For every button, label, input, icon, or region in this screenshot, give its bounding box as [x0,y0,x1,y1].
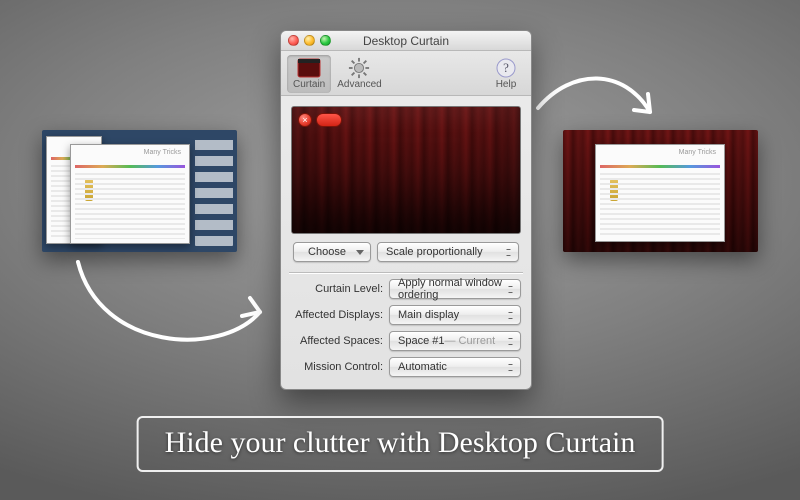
help-label: Help [496,79,517,90]
mission-control-value: Automatic [398,361,447,373]
desktop-file-icons [195,136,233,246]
brand-text: Many Tricks [679,149,716,156]
scale-mode-popup[interactable]: Scale proportionally [377,242,519,262]
curtain-icon [296,57,322,79]
prefs-window: Desktop Curtain Curtain Advanced ? Help … [280,30,532,390]
gear-icon [346,57,372,79]
affected-spaces-label: Affected Spaces: [291,335,383,347]
curtain-preview[interactable]: × [291,106,521,234]
curtain-level-popup[interactable]: Apply normal window ordering [389,279,521,299]
zoom-icon[interactable] [320,35,331,46]
separator [289,272,523,273]
affected-displays-label: Affected Displays: [291,309,383,321]
window-title: Desktop Curtain [363,34,449,48]
affected-spaces-value: Space #1 [398,335,444,347]
toolbar: Curtain Advanced ? Help [281,51,531,96]
oscar-graphic [610,179,618,201]
mission-control-popup[interactable]: Automatic [389,357,521,377]
svg-text:?: ? [503,60,509,75]
browser-mini-window: Many Tricks [595,144,725,242]
affected-spaces-suffix: — Current [444,335,495,347]
mission-control-label: Mission Control: [291,361,383,373]
marketing-caption: Hide your clutter with Desktop Curtain [137,416,664,472]
after-screenshot: Many Tricks [563,130,758,252]
scale-mode-value: Scale proportionally [386,246,483,258]
curtain-level-value: Apply normal window ordering [398,277,502,301]
tab-curtain[interactable]: Curtain [287,55,331,93]
before-screenshot: Many Tricks [42,130,237,252]
tab-curtain-label: Curtain [293,79,325,90]
titlebar: Desktop Curtain [281,31,531,51]
help-button[interactable]: ? Help [487,55,525,93]
choose-button-label: Choose [308,246,346,258]
affected-displays-value: Main display [398,309,459,321]
tab-advanced[interactable]: Advanced [331,55,387,93]
tab-advanced-label: Advanced [337,79,381,90]
choose-button[interactable]: Choose [293,242,371,262]
affected-spaces-popup[interactable]: Space #1 — Current [389,331,521,351]
browser-mini-window: Many Tricks [70,144,190,244]
curtain-level-label: Curtain Level: [291,283,383,295]
brand-text: Many Tricks [144,149,181,156]
oscar-graphic [85,179,93,201]
affected-displays-popup[interactable]: Main display [389,305,521,325]
preview-close-icon[interactable]: × [298,113,312,127]
close-icon[interactable] [288,35,299,46]
minimize-icon[interactable] [304,35,315,46]
preview-record-icon[interactable] [316,113,342,127]
help-icon: ? [493,57,519,79]
arrow-before-to-prefs [60,250,280,370]
